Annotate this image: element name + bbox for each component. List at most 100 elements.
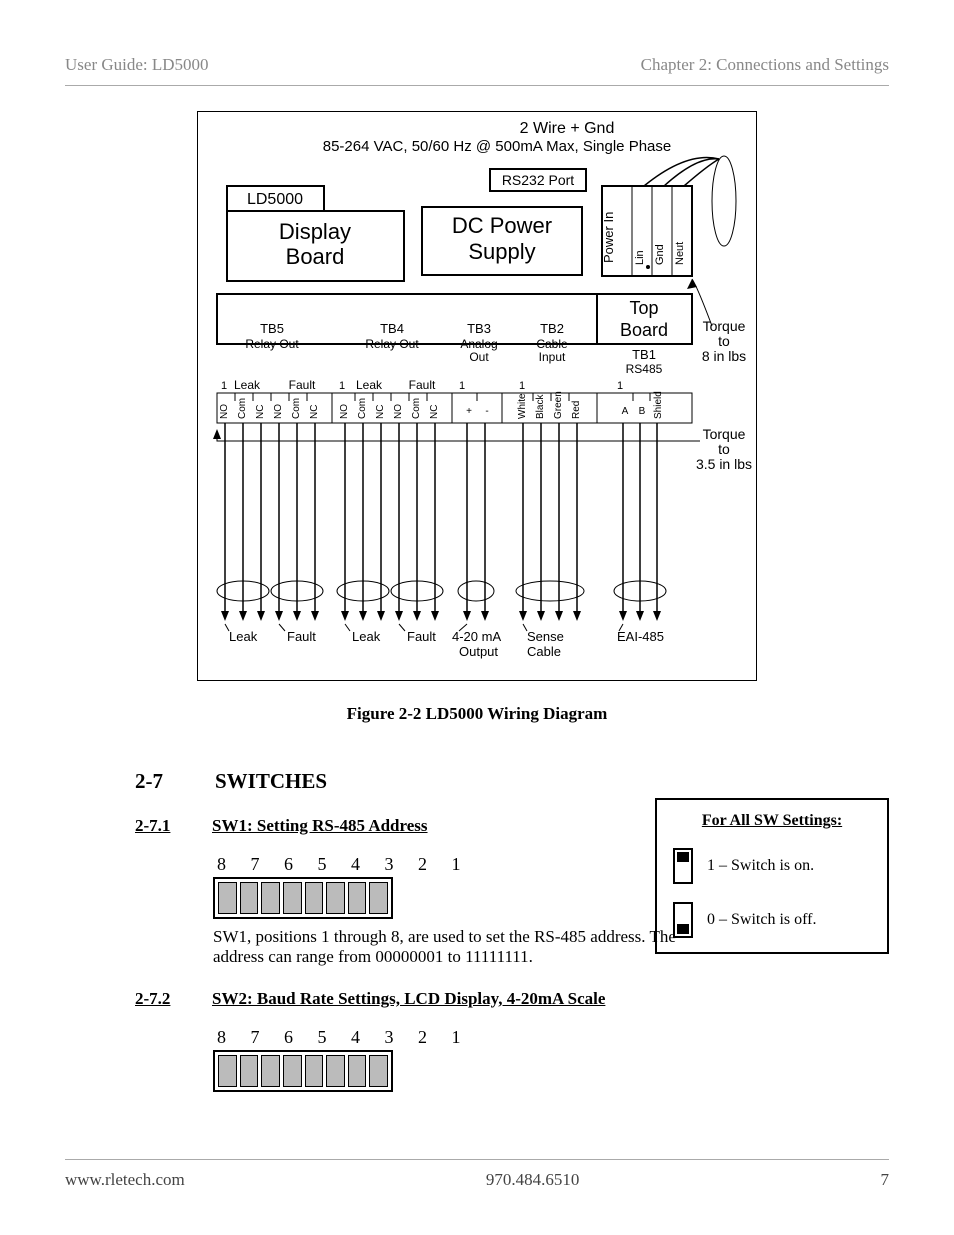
- wiring-diagram-svg: 2 Wire + Gnd 85-264 VAC, 50/60 Hz @ 500m…: [197, 111, 757, 681]
- subsection-2-7-2: 2-7.2 SW2: Baud Rate Settings, LCD Displ…: [135, 989, 889, 1009]
- subsection-title: SW1: Setting RS-485 Address: [212, 816, 428, 836]
- svg-text:Com: Com: [291, 398, 302, 419]
- dip-switch-position: [326, 1055, 345, 1087]
- dip-switch-position: [348, 882, 367, 914]
- dip-switch-position: [218, 1055, 237, 1087]
- svg-text:Shield: Shield: [653, 391, 664, 419]
- svg-text:Output: Output: [459, 644, 498, 659]
- svg-text:RS485: RS485: [626, 362, 663, 376]
- svg-text:Power In: Power In: [601, 212, 616, 263]
- svg-text:Fault: Fault: [407, 629, 436, 644]
- svg-text:TB1: TB1: [632, 347, 656, 362]
- legend-on-text: 1 – Switch is on.: [707, 857, 814, 875]
- svg-text:3.5 in lbs: 3.5 in lbs: [696, 456, 752, 472]
- svg-text:+: +: [466, 406, 472, 417]
- dip-switch-position: [218, 882, 237, 914]
- svg-text:1: 1: [617, 380, 623, 392]
- svg-text:Leak: Leak: [234, 378, 261, 392]
- figure-caption: Figure 2-2 LD5000 Wiring Diagram: [65, 704, 889, 724]
- svg-text:NC: NC: [375, 405, 386, 419]
- dip-switch-position: [240, 882, 259, 914]
- fig-header-line2: 85-264 VAC, 50/60 Hz @ 500mA Max, Single…: [323, 138, 671, 155]
- svg-text:Cable: Cable: [536, 337, 568, 351]
- svg-text:B: B: [639, 406, 646, 417]
- sw1-dip-body: [213, 877, 393, 919]
- svg-text:NO: NO: [393, 404, 404, 419]
- svg-text:Supply: Supply: [468, 239, 535, 264]
- footer-phone: 970.484.6510: [486, 1170, 580, 1190]
- svg-text:Cable: Cable: [527, 644, 561, 659]
- svg-text:Board: Board: [620, 320, 668, 340]
- dip-switch-position: [305, 1055, 324, 1087]
- sw2-dip-labels: 8 7 6 5 4 3 2 1: [213, 1027, 889, 1048]
- svg-text:to: to: [718, 333, 730, 349]
- svg-text:Black: Black: [535, 394, 546, 419]
- svg-text:8 in lbs: 8 in lbs: [702, 348, 746, 364]
- svg-text:Com: Com: [237, 398, 248, 419]
- svg-text:Lin: Lin: [634, 250, 646, 265]
- wiring-diagram-figure: 2 Wire + Gnd 85-264 VAC, 50/60 Hz @ 500m…: [65, 111, 889, 724]
- subsection-number: 2-7.1: [135, 816, 190, 836]
- svg-text:Torque: Torque: [703, 318, 746, 334]
- header-left: User Guide: LD5000: [65, 55, 209, 75]
- dip-switch-position: [369, 882, 388, 914]
- footer-url: www.rletech.com: [65, 1170, 185, 1190]
- sw-legend-box: For All SW Settings: 1 – Switch is on. 0…: [655, 798, 889, 954]
- dip-switch-position: [305, 882, 324, 914]
- sw2-dip-diagram: 8 7 6 5 4 3 2 1: [213, 1027, 889, 1092]
- legend-row-on: 1 – Switch is on.: [667, 848, 877, 884]
- svg-text:Red: Red: [571, 401, 582, 419]
- svg-text:NC: NC: [429, 405, 440, 419]
- dip-switch-position: [326, 882, 345, 914]
- svg-text:Relay Out: Relay Out: [245, 337, 299, 351]
- svg-text:Out: Out: [469, 350, 489, 364]
- svg-text:Display: Display: [279, 219, 351, 244]
- svg-text:TB4: TB4: [380, 321, 404, 336]
- header-right: Chapter 2: Connections and Settings: [641, 55, 889, 75]
- dip-switch-position: [261, 1055, 280, 1087]
- svg-text:1: 1: [339, 380, 345, 392]
- dip-switch-position: [369, 1055, 388, 1087]
- svg-text:Relay Out: Relay Out: [365, 337, 419, 351]
- svg-text:NC: NC: [309, 405, 320, 419]
- svg-text:TB5: TB5: [260, 321, 284, 336]
- sw1-body-text: SW1, positions 1 through 8, are used to …: [213, 927, 723, 967]
- footer-page-number: 7: [881, 1170, 890, 1190]
- svg-text:Leak: Leak: [229, 629, 258, 644]
- svg-text:Green: Green: [553, 391, 564, 419]
- svg-text:EAI-485: EAI-485: [617, 629, 664, 644]
- svg-text:RS232 Port: RS232 Port: [502, 172, 574, 188]
- dip-switch-position: [283, 1055, 302, 1087]
- section-2-7: 2-7 SWITCHES: [135, 769, 889, 794]
- section-number: 2-7: [135, 769, 185, 794]
- svg-text:Sense: Sense: [527, 629, 564, 644]
- svg-text:Gnd: Gnd: [654, 244, 666, 265]
- svg-text:Leak: Leak: [356, 378, 383, 392]
- svg-text:Fault: Fault: [289, 378, 316, 392]
- svg-text:White: White: [517, 393, 528, 419]
- svg-text:NC: NC: [255, 405, 266, 419]
- page-footer: www.rletech.com 970.484.6510 7: [65, 1159, 889, 1190]
- svg-text:-: -: [485, 406, 488, 417]
- dip-switch-position: [240, 1055, 259, 1087]
- svg-text:Fault: Fault: [409, 378, 436, 392]
- svg-text:1: 1: [519, 380, 525, 392]
- fig-header-line1: 2 Wire + Gnd: [520, 120, 615, 137]
- svg-text:to: to: [718, 441, 730, 457]
- svg-text:DC Power: DC Power: [452, 213, 552, 238]
- subsection-title: SW2: Baud Rate Settings, LCD Display, 4-…: [212, 989, 605, 1009]
- legend-switch-off-icon: [673, 902, 693, 938]
- subsection-number: 2-7.2: [135, 989, 190, 1009]
- svg-text:Analog: Analog: [460, 337, 497, 351]
- svg-text:Com: Com: [357, 398, 368, 419]
- dip-switch-position: [348, 1055, 367, 1087]
- svg-text:1: 1: [459, 380, 465, 392]
- legend-off-text: 0 – Switch is off.: [707, 911, 816, 929]
- svg-text:NO: NO: [339, 404, 350, 419]
- dip-switch-position: [261, 882, 280, 914]
- svg-text:Input: Input: [539, 350, 566, 364]
- svg-text:Com: Com: [411, 398, 422, 419]
- svg-text:Board: Board: [286, 244, 345, 269]
- svg-text:1: 1: [221, 380, 227, 392]
- svg-text:Top: Top: [629, 298, 658, 318]
